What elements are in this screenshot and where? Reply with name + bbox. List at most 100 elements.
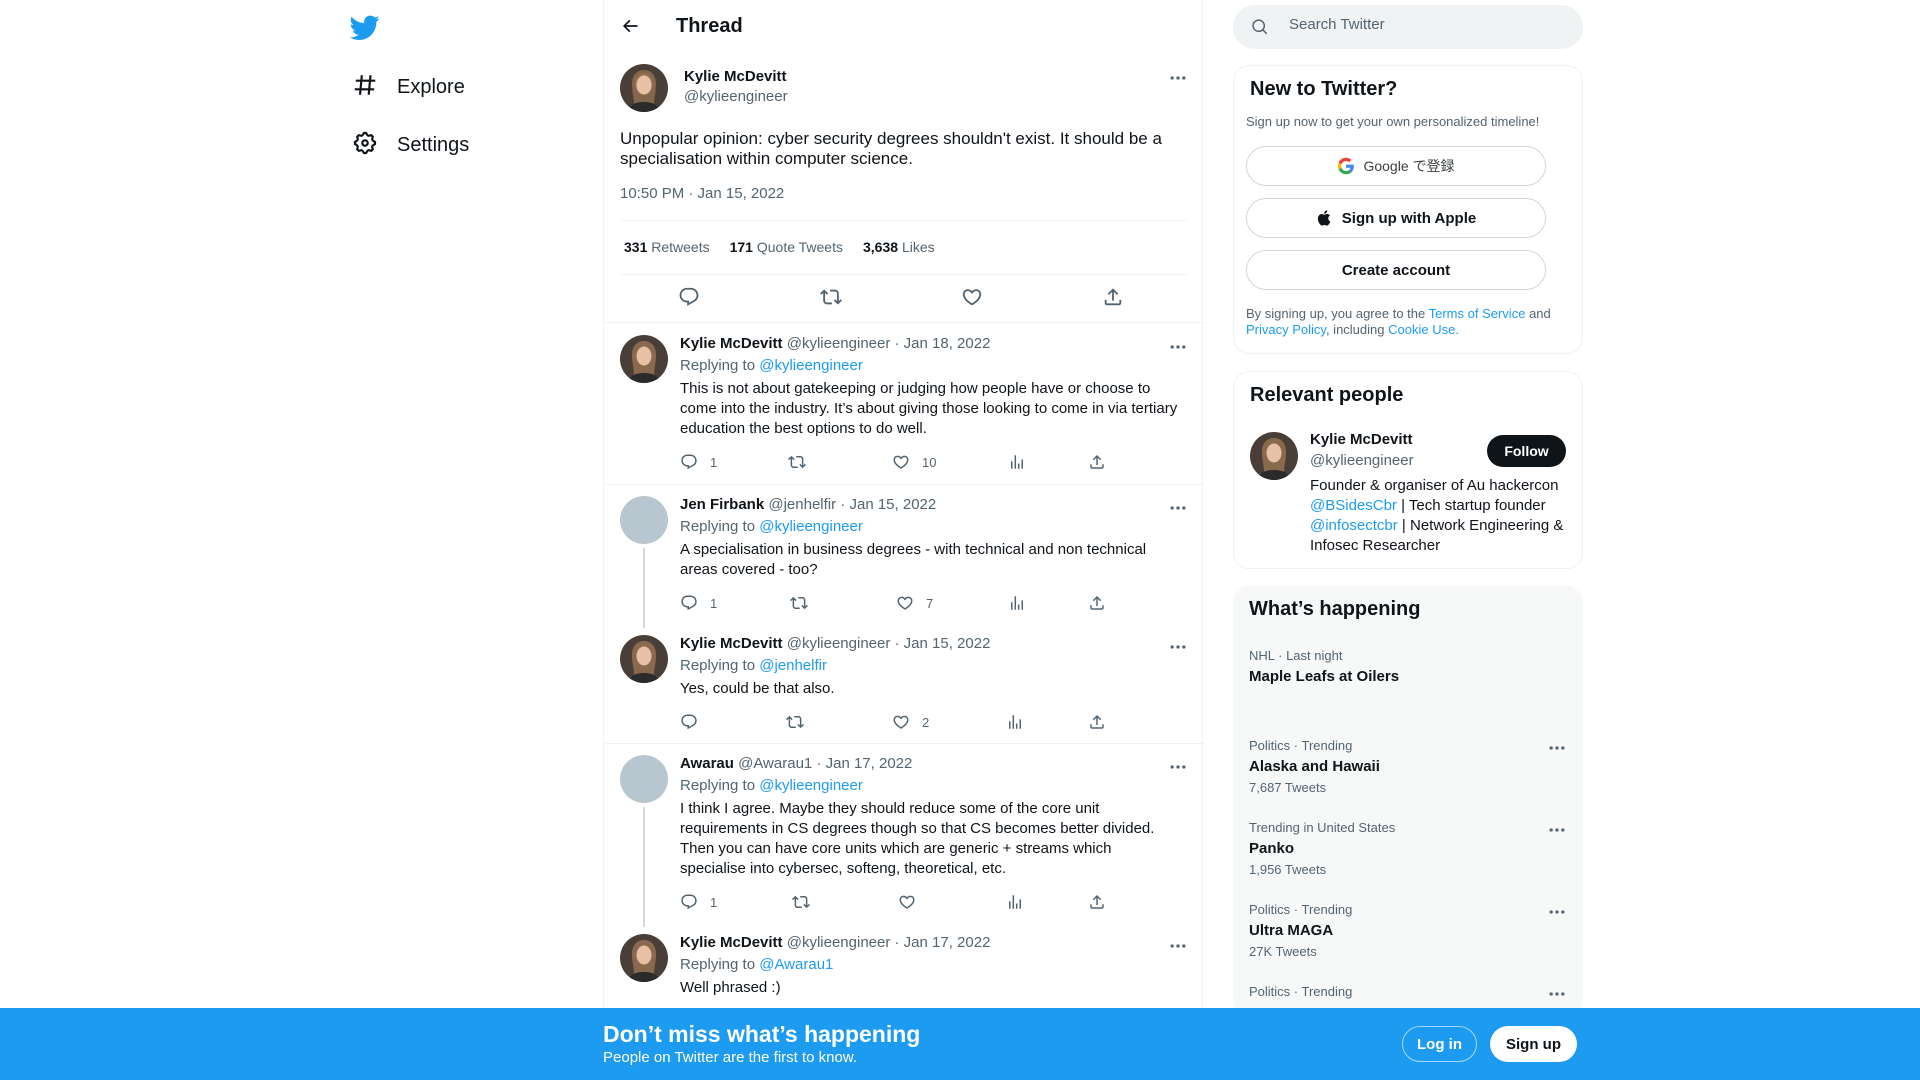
share-button[interactable] xyxy=(1088,713,1106,731)
search-input[interactable] xyxy=(1289,16,1549,33)
reply-tweet[interactable]: Jen Firbank @jenhelfir · Jan 15, 2022 Re… xyxy=(604,484,1204,628)
more-options-icon[interactable] xyxy=(1547,902,1567,922)
reply-date[interactable]: · Jan 18, 2022 xyxy=(895,335,991,352)
author-handle[interactable]: @kylieengineer xyxy=(787,934,891,951)
author-handle[interactable]: @kylieengineer xyxy=(787,635,891,652)
reply-button[interactable]: 1 xyxy=(680,594,717,612)
views-button[interactable] xyxy=(1006,713,1024,731)
trend-item[interactable]: Politics · Trending Alaska and Hawaii 7,… xyxy=(1249,738,1567,795)
share-icon[interactable] xyxy=(1102,286,1126,310)
follow-button[interactable]: Follow xyxy=(1487,435,1566,467)
quote-tweets-stat[interactable]: 171 Quote Tweets xyxy=(730,239,843,255)
like-icon[interactable] xyxy=(961,286,985,310)
more-options-icon[interactable] xyxy=(1168,68,1188,88)
more-options-icon[interactable] xyxy=(1168,757,1188,777)
login-button[interactable]: Log in xyxy=(1402,1026,1477,1062)
author-name[interactable]: Kylie McDevitt xyxy=(680,934,783,951)
replying-to: Replying to @Awarau1 xyxy=(680,956,834,973)
reply-button[interactable] xyxy=(680,713,710,731)
author-name[interactable]: Kylie McDevitt xyxy=(684,68,787,85)
views-button[interactable] xyxy=(1006,893,1024,911)
reply-date[interactable]: · Jan 15, 2022 xyxy=(895,635,991,652)
replying-to-link[interactable]: @kylieengineer xyxy=(759,357,863,374)
nav-settings[interactable]: Settings xyxy=(352,125,469,165)
bio-link[interactable]: @infosectcbr xyxy=(1310,517,1398,534)
retweet-button[interactable] xyxy=(792,893,810,911)
share-button[interactable] xyxy=(1088,893,1106,911)
privacy-link[interactable]: Privacy Policy xyxy=(1246,322,1326,337)
avatar[interactable] xyxy=(620,755,668,803)
trend-count: 7,687 Tweets xyxy=(1249,780,1327,795)
like-button[interactable]: 2 xyxy=(892,713,929,731)
reply-date[interactable]: · Jan 15, 2022 xyxy=(840,496,936,513)
share-button[interactable] xyxy=(1088,594,1106,612)
more-options-icon[interactable] xyxy=(1168,936,1188,956)
retweet-button[interactable] xyxy=(786,713,804,731)
reply-tweet[interactable]: Awarau @Awarau1 · Jan 17, 2022 Replying … xyxy=(604,743,1204,927)
apple-signup-button[interactable]: Sign up with Apple xyxy=(1246,198,1546,238)
tweet-timestamp[interactable]: 10:50 PM · Jan 15, 2022 xyxy=(620,185,784,202)
trend-item[interactable]: Politics · Trending xyxy=(1249,984,1567,999)
avatar[interactable] xyxy=(620,335,668,383)
avatar[interactable] xyxy=(620,64,668,112)
more-options-icon[interactable] xyxy=(1168,498,1188,518)
cookie-link[interactable]: Cookie Use. xyxy=(1388,322,1459,337)
twitter-logo-icon[interactable] xyxy=(349,12,380,42)
like-button[interactable]: 7 xyxy=(896,594,933,612)
replying-to-link[interactable]: @kylieengineer xyxy=(759,777,863,794)
signup-button[interactable]: Sign up xyxy=(1490,1026,1577,1062)
reply-icon[interactable] xyxy=(678,286,702,310)
avatar[interactable] xyxy=(620,934,668,982)
author-handle[interactable]: @kylieengineer xyxy=(787,335,891,352)
trend-item[interactable]: Trending in United States Panko 1,956 Tw… xyxy=(1249,820,1567,877)
trend-item[interactable]: Politics · Trending Ultra MAGA 27K Tweet… xyxy=(1249,902,1567,959)
reply-button[interactable]: 1 xyxy=(680,453,717,471)
more-options-icon[interactable] xyxy=(1168,337,1188,357)
author-name[interactable]: Kylie McDevitt xyxy=(680,335,783,352)
author-handle[interactable]: @Awarau1 xyxy=(738,755,812,772)
google-signup-button[interactable]: Google で登録 xyxy=(1246,146,1546,186)
terms-link[interactable]: Terms of Service xyxy=(1429,306,1526,321)
replying-to-link[interactable]: @kylieengineer xyxy=(759,518,863,535)
author-handle[interactable]: @jenhelfir xyxy=(768,496,836,513)
divider xyxy=(620,274,1188,275)
more-options-icon[interactable] xyxy=(1168,637,1188,657)
person-name[interactable]: Kylie McDevitt xyxy=(1310,431,1413,448)
trend-item[interactable]: NHL · Last night Maple Leafs at Oilers xyxy=(1249,648,1567,685)
retweet-button[interactable] xyxy=(790,594,808,612)
create-account-button[interactable]: Create account xyxy=(1246,250,1546,290)
more-options-icon[interactable] xyxy=(1547,738,1567,758)
retweet-button[interactable] xyxy=(788,453,806,471)
nav-explore[interactable]: Explore xyxy=(352,67,465,107)
retweet-icon[interactable] xyxy=(820,286,844,310)
person-handle[interactable]: @kylieengineer xyxy=(1310,452,1414,469)
like-button[interactable]: 10 xyxy=(892,453,936,471)
author-name[interactable]: Jen Firbank xyxy=(680,496,764,513)
reply-button[interactable]: 1 xyxy=(680,893,717,911)
author-name[interactable]: Kylie McDevitt xyxy=(680,635,783,652)
search-box[interactable] xyxy=(1233,5,1583,49)
share-button[interactable] xyxy=(1088,453,1106,471)
back-arrow-icon[interactable] xyxy=(618,14,642,38)
views-button[interactable] xyxy=(1008,594,1026,612)
author-handle[interactable]: @kylieengineer xyxy=(684,88,788,105)
reply-actions: 1 10 xyxy=(680,453,1120,473)
replying-to-link[interactable]: @jenhelfir xyxy=(759,657,827,674)
views-button[interactable] xyxy=(1008,453,1026,471)
reply-tweet[interactable]: Kylie McDevitt @kylieengineer · Jan 15, … xyxy=(604,623,1204,743)
reply-date[interactable]: · Jan 17, 2022 xyxy=(895,934,991,951)
reply-tweet[interactable]: Kylie McDevitt @kylieengineer · Jan 18, … xyxy=(604,323,1204,484)
avatar[interactable] xyxy=(620,496,668,544)
replying-to-link[interactable]: @Awarau1 xyxy=(759,956,833,973)
reply-tweet[interactable]: Kylie McDevitt @kylieengineer · Jan 17, … xyxy=(604,922,1204,1022)
avatar[interactable] xyxy=(620,635,668,683)
more-options-icon[interactable] xyxy=(1547,820,1567,840)
reply-date[interactable]: · Jan 17, 2022 xyxy=(816,755,912,772)
author-name[interactable]: Awarau xyxy=(680,755,734,772)
bio-link[interactable]: @BSidesCbr xyxy=(1310,497,1397,514)
more-options-icon[interactable] xyxy=(1547,984,1567,1004)
avatar[interactable] xyxy=(1250,432,1298,480)
likes-stat[interactable]: 3,638 Likes xyxy=(863,239,935,255)
retweets-stat[interactable]: 331 Retweets xyxy=(624,239,710,255)
like-button[interactable] xyxy=(898,893,928,911)
